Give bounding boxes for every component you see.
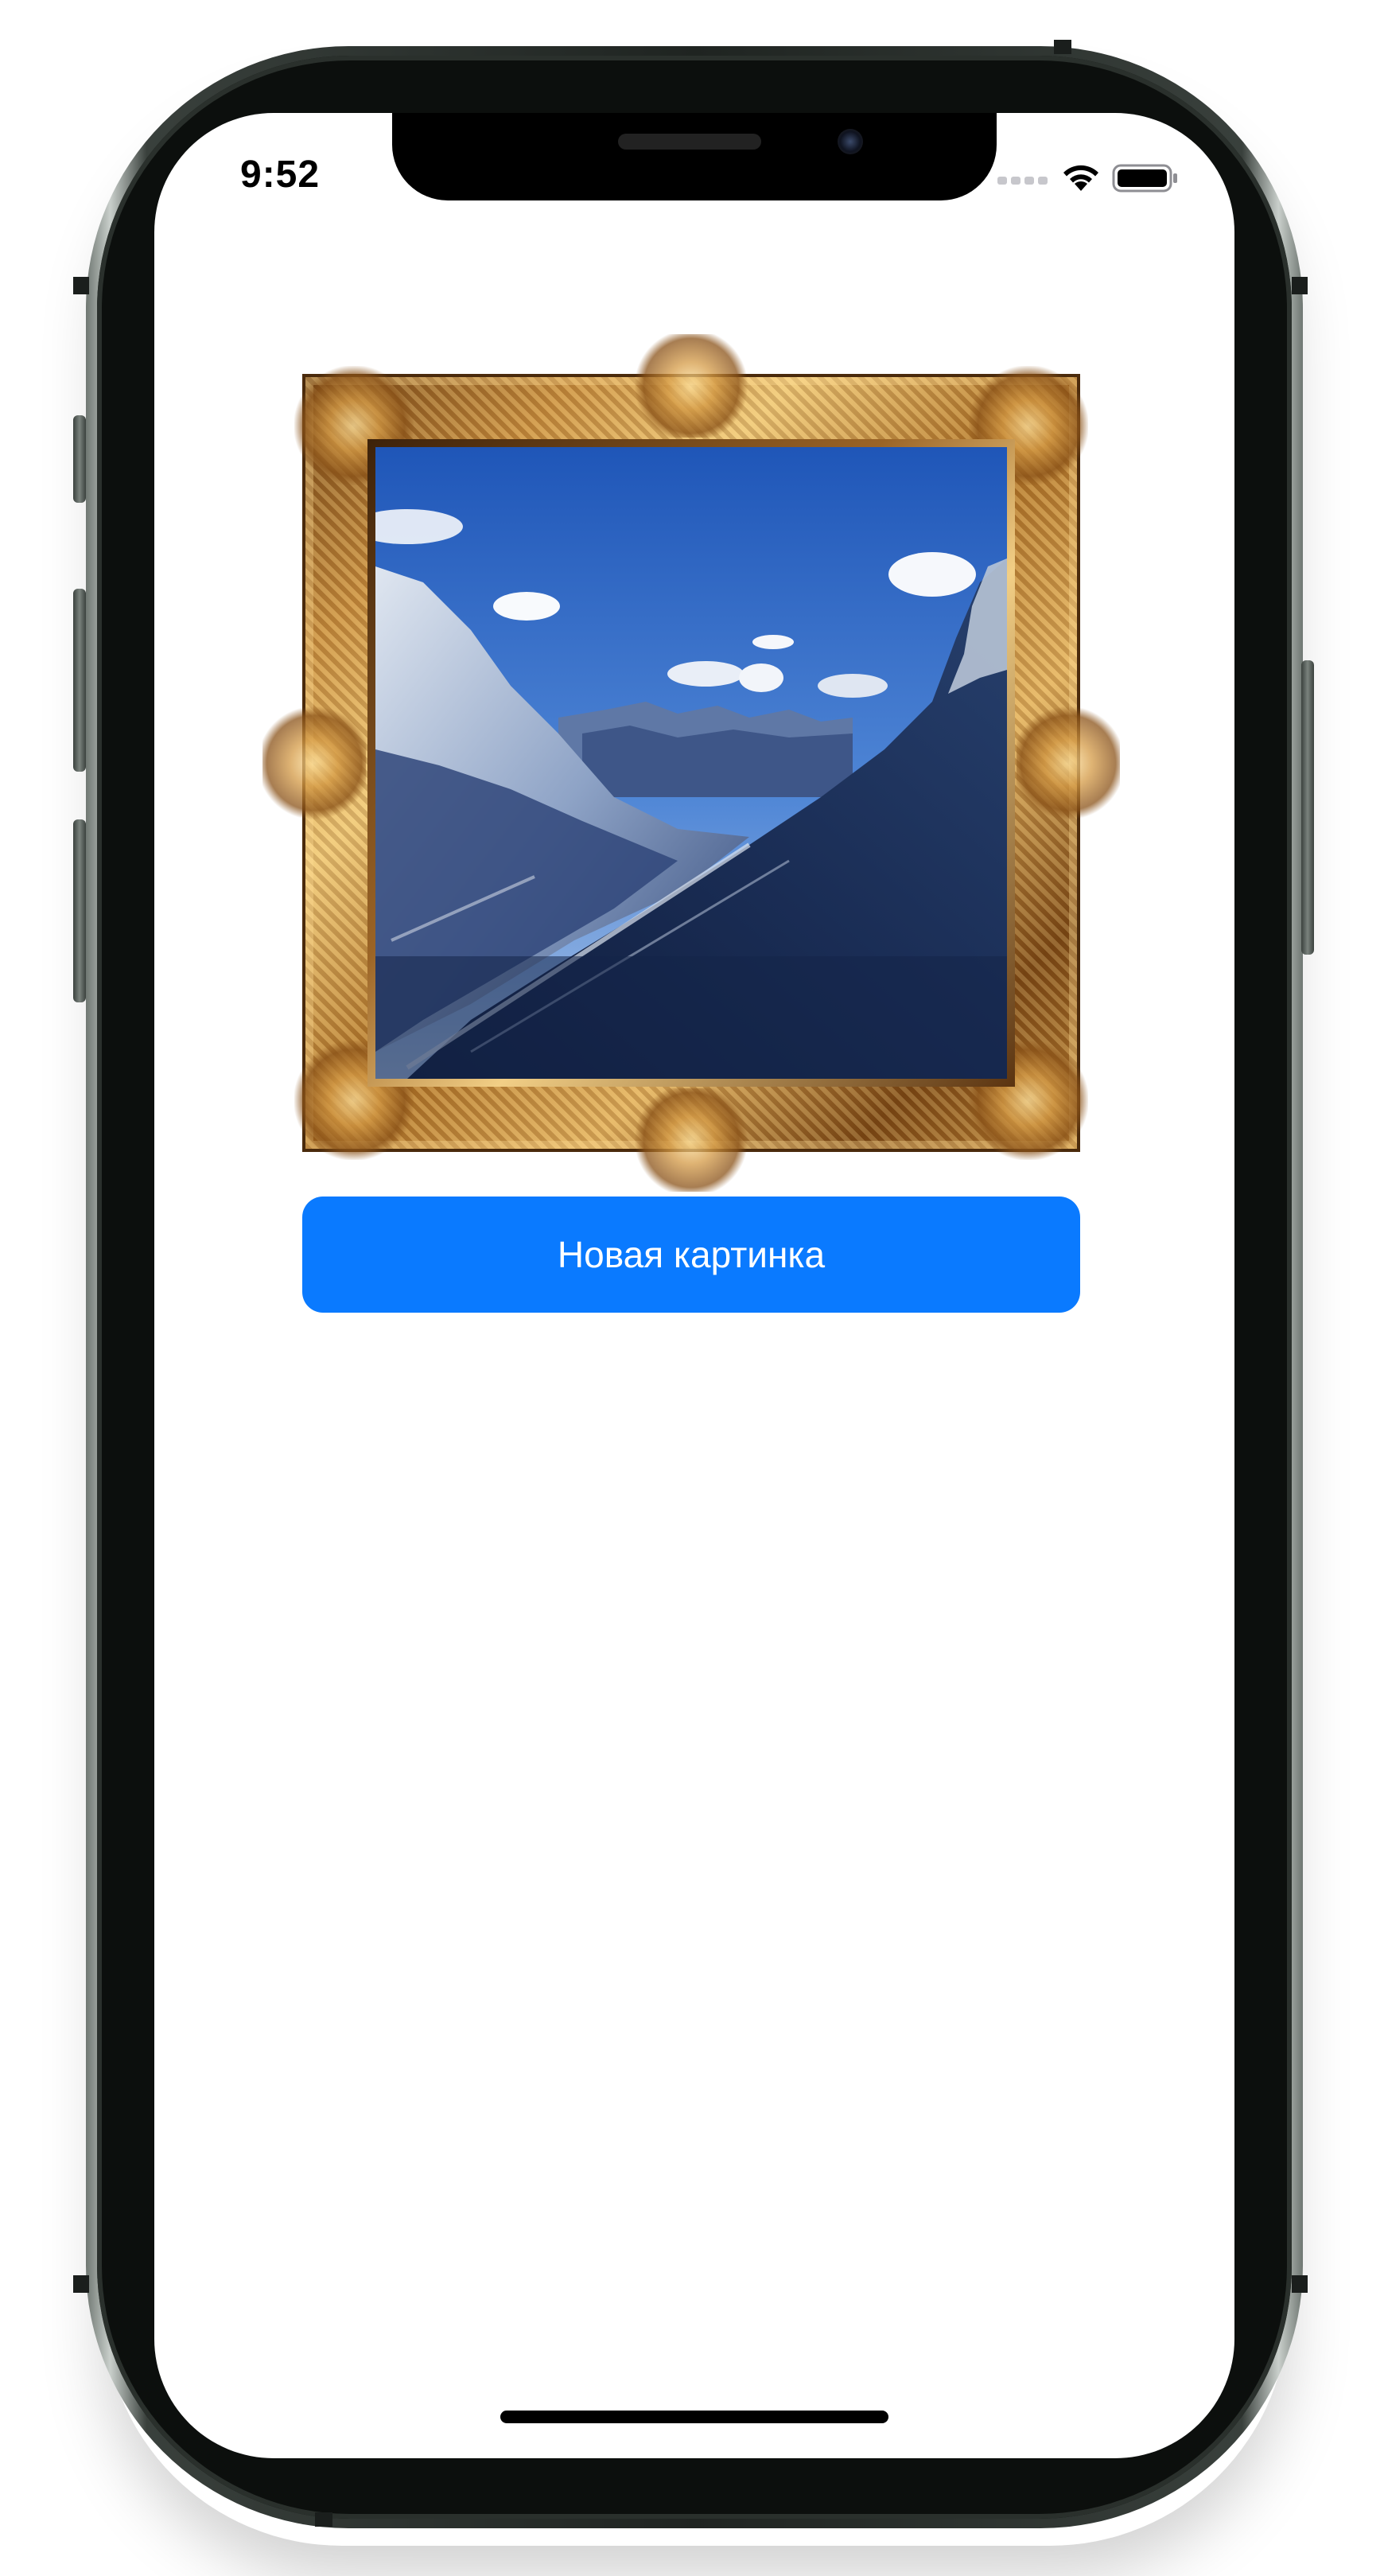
- front-camera: [838, 129, 863, 154]
- mountain-landscape-illustration: [375, 447, 1007, 1079]
- antenna-band: [1292, 277, 1308, 294]
- ring-silent-switch: [73, 415, 86, 503]
- volume-up-button: [73, 589, 86, 772]
- antenna-band: [73, 277, 89, 294]
- volume-down-button: [73, 819, 86, 1002]
- earpiece-speaker: [618, 134, 761, 150]
- cellular-signal-icon: [997, 177, 1048, 185]
- framed-picture: [262, 334, 1120, 1192]
- status-bar-indicators: [997, 161, 1188, 196]
- frame-right-ornament: [1017, 703, 1120, 823]
- antenna-band: [315, 2512, 332, 2527]
- antenna-band: [73, 2275, 89, 2293]
- wifi-icon: [1063, 165, 1098, 191]
- status-bar-time: 9:52: [240, 154, 321, 196]
- mountain-landscape-image: [375, 447, 1007, 1079]
- notch: [392, 113, 997, 200]
- device-screen: 9:52 Новая картинка: [154, 113, 1234, 2458]
- antenna-band: [1054, 40, 1071, 54]
- home-indicator[interactable]: [500, 2411, 888, 2423]
- side-power-button: [1301, 660, 1314, 955]
- device-mockup: 9:52 Новая картинка: [0, 0, 1384, 2576]
- frame-left-ornament: [262, 703, 366, 823]
- antenna-band: [1292, 2275, 1308, 2293]
- frame-top-ornament: [632, 334, 751, 438]
- battery-icon: [1112, 164, 1177, 193]
- new-picture-button[interactable]: Новая картинка: [302, 1197, 1080, 1313]
- frame-bottom-ornament: [632, 1088, 751, 1192]
